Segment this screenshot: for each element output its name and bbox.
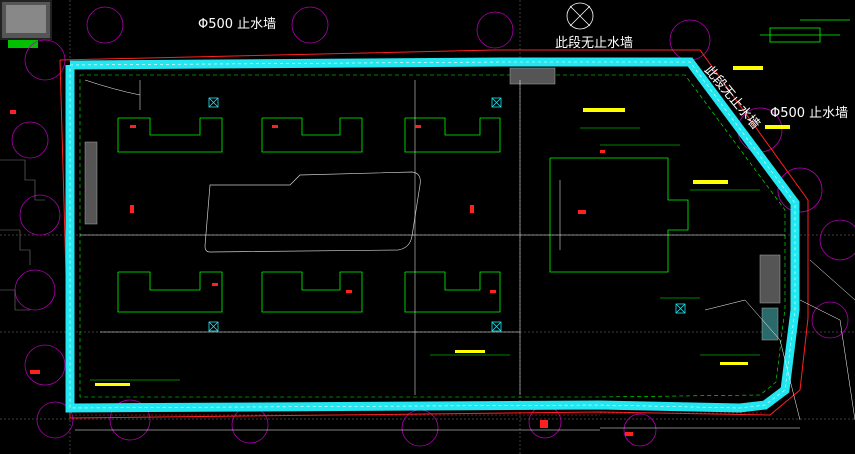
label-cutoff-wall-left: Φ500 止水墙 — [198, 17, 276, 32]
cad-site-plan: Φ500 止水墙 Φ500 止水墙 此段无止水墙 此段无止水墙 — [0, 0, 855, 454]
label-cutoff-wall-right: Φ500 止水墙 — [770, 106, 848, 121]
label-no-cutoff-section-1: 此段无止水墙 — [555, 36, 633, 51]
